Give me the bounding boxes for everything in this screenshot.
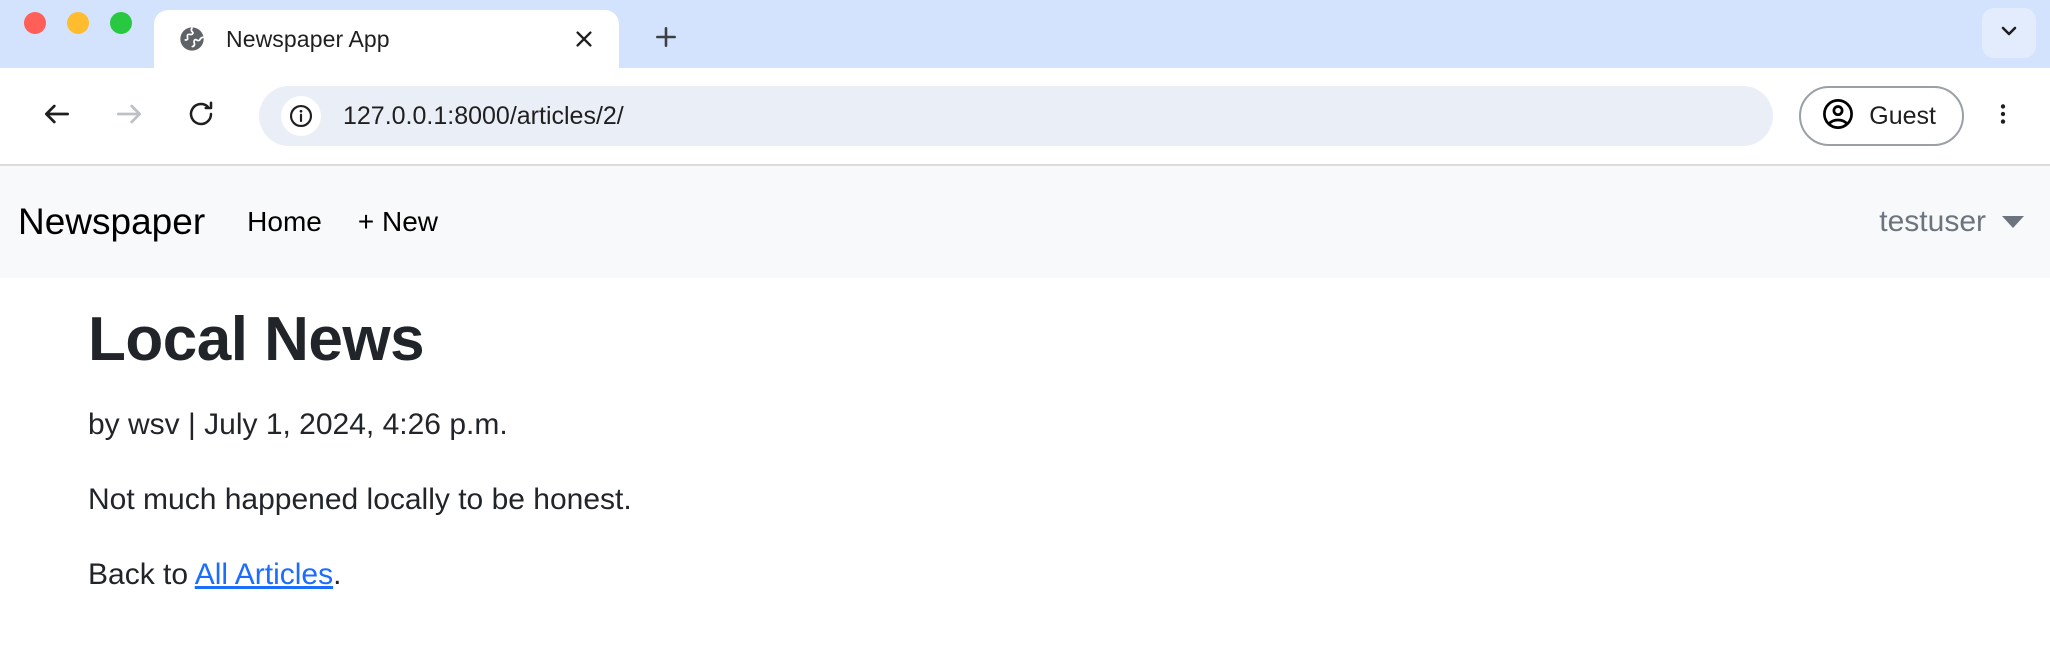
article-backlink: Back to All Articles. [88,552,2050,597]
url-text[interactable]: 127.0.0.1:8000/articles/2/ [343,102,624,131]
chevron-down-icon [1997,19,2021,48]
plus-icon [653,24,679,55]
reload-button[interactable] [172,87,230,145]
window-controls [18,0,154,68]
article-container: Local News by wsv | July 1, 2024, 4:26 p… [0,278,2050,598]
arrow-left-icon [41,98,73,135]
browser-tab[interactable]: Newspaper App [154,10,619,68]
nav-link-home[interactable]: Home [247,206,322,238]
reload-icon [186,99,216,134]
article-title: Local News [88,305,425,374]
maximize-window-button[interactable] [110,12,132,34]
browser-menu-button[interactable] [1978,87,2028,145]
article-body: Not much happened locally to be honest. [88,483,632,517]
tab-strip: Newspaper App [0,0,2050,68]
backlink-suffix: . [333,558,342,592]
nav-link-new[interactable]: + New [358,206,438,238]
site-navbar: Newspaper Home + New testuser [0,166,2050,278]
profile-button[interactable]: Guest [1799,86,1964,146]
site-brand[interactable]: Newspaper [18,201,205,243]
globe-icon [178,25,206,53]
article-byline: by wsv | July 1, 2024, 4:26 p.m. [88,408,508,442]
account-circle-icon [1821,97,1855,136]
tab-title: Newspaper App [226,25,390,52]
user-menu[interactable]: testuser [1879,205,2024,239]
forward-button [100,87,158,145]
minimize-window-button[interactable] [67,12,89,34]
browser-chrome: Newspaper App 127.0.0.1:8000/articles/2/… [0,0,2050,166]
back-button[interactable] [28,87,86,145]
arrow-right-icon [113,98,145,135]
profile-label: Guest [1869,101,1936,130]
new-tab-button[interactable] [643,16,689,62]
kebab-menu-icon [1990,101,2016,132]
caret-down-icon [2002,216,2024,228]
navbar-links: Home + New [247,206,438,238]
page-content: Newspaper Home + New testuser Local News… [0,166,2050,598]
address-bar[interactable]: 127.0.0.1:8000/articles/2/ [259,86,1774,146]
backlink-prefix: Back to [88,558,195,592]
close-window-button[interactable] [24,12,46,34]
info-circle-icon[interactable] [281,96,321,136]
all-articles-link[interactable]: All Articles [195,558,333,591]
tab-search-button[interactable] [1982,8,2036,58]
user-menu-label: testuser [1879,205,1986,238]
browser-toolbar: 127.0.0.1:8000/articles/2/ Guest [0,68,2050,166]
close-icon[interactable] [567,22,601,56]
